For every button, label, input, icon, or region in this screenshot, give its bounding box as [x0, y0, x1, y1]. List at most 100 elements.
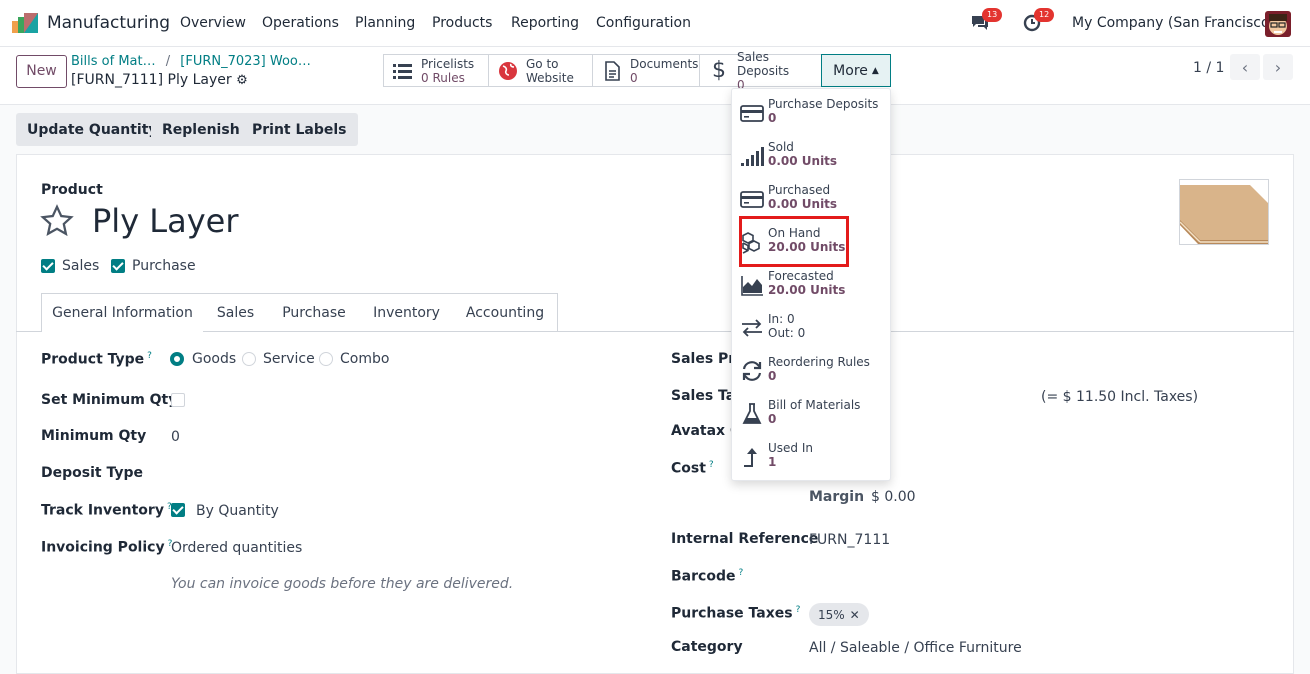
sales-price-incl-taxes: (= $ 11.50 Incl. Taxes) — [1041, 389, 1199, 405]
star-icon[interactable] — [40, 204, 74, 238]
purchase-checkbox[interactable] — [111, 259, 125, 273]
invoicing-policy-field[interactable]: Ordered quantities — [171, 540, 302, 556]
smart-button-pricelists[interactable]: Pricelists 0 Rules — [384, 55, 489, 86]
category-label: Category — [671, 639, 743, 655]
breadcrumb-parent-product[interactable]: [FURN_7023] Woo… — [180, 54, 311, 69]
smart-button-label: Go to — [526, 56, 559, 71]
menu-item-label: Bill of Materials — [768, 398, 861, 412]
radio-combo-label: Combo — [340, 351, 390, 367]
menu-item-label: Forecasted — [768, 269, 834, 283]
radio-service-label: Service — [263, 351, 315, 367]
smart-button-sales-deposits[interactable]: $ Sales Deposits 0 — [700, 50, 822, 92]
menu-item-sold[interactable]: Sold 0.00 Units — [732, 136, 892, 179]
menu-item-value: 1 — [768, 455, 777, 469]
credit-card-icon — [740, 105, 764, 122]
smart-button-documents[interactable]: Documents 0 — [593, 55, 700, 86]
breadcrumb-bills-of-materials[interactable]: Bills of Mat… — [71, 54, 156, 69]
company-switcher[interactable]: My Company (San Francisco) — [1072, 15, 1275, 31]
smart-button-website[interactable]: Go to Website — [489, 55, 593, 86]
control-panel: New Bills of Mat… / [FURN_7023] Woo… [FU… — [0, 47, 1310, 105]
activities-button[interactable]: 12 — [1022, 8, 1055, 34]
dollar-icon: $ — [712, 57, 726, 83]
pager-previous-button[interactable]: ‹ — [1230, 54, 1260, 80]
breadcrumb: Bills of Mat… / [FURN_7023] Woo… — [71, 54, 311, 69]
tab-divider — [16, 331, 41, 332]
print-labels-button[interactable]: Print Labels — [241, 113, 358, 146]
gear-icon[interactable]: ⚙ — [236, 73, 248, 88]
remove-tag-icon[interactable]: ✕ — [850, 608, 860, 622]
deposit-type-label: Deposit Type — [41, 465, 143, 481]
more-dropdown-menu: Purchase Deposits 0 Sold 0.00 Units Purc… — [731, 88, 891, 481]
cost-label: Cost? — [671, 460, 714, 477]
menu-item-value: 0 — [768, 111, 777, 125]
menu-item-used-in[interactable]: Used In 1 — [732, 437, 892, 480]
area-chart-icon — [741, 276, 763, 296]
menu-item-value: 0.00 Units — [768, 197, 838, 211]
product-image[interactable] — [1179, 179, 1269, 245]
menu-item-value: 0.00 Units — [768, 154, 838, 168]
tab-purchase[interactable]: Purchase — [268, 293, 361, 332]
menu-overview[interactable]: Overview — [180, 15, 246, 31]
menu-item-label: Reordering Rules — [768, 355, 870, 369]
menu-planning[interactable]: Planning — [355, 15, 415, 31]
track-inventory-checkbox[interactable] — [171, 503, 185, 517]
document-icon — [605, 60, 620, 81]
messages-button[interactable]: 13 — [970, 8, 1003, 34]
pager-next-button[interactable]: › — [1263, 54, 1293, 80]
internal-reference-field[interactable]: FURN_7111 — [809, 532, 890, 548]
menu-reporting[interactable]: Reporting — [511, 15, 579, 31]
user-avatar[interactable] — [1265, 11, 1291, 37]
update-quantity-button[interactable]: Update Quantity — [16, 113, 169, 146]
list-icon — [393, 63, 412, 79]
messages-badge: 13 — [982, 8, 1003, 22]
min-qty-field[interactable]: 0 — [171, 429, 180, 445]
smart-button-value: 0 Rules — [421, 70, 465, 85]
tab-sales[interactable]: Sales — [203, 293, 269, 332]
purchase-taxes-label: Purchase Taxes? — [671, 605, 801, 622]
menu-item-label: Sold — [768, 140, 794, 154]
more-button-label: More — [833, 62, 868, 79]
sales-checkbox[interactable] — [41, 259, 55, 273]
signal-icon — [741, 147, 764, 166]
product-section-label: Product — [41, 182, 103, 198]
level-up-icon — [744, 448, 757, 467]
purchase-tax-tag-label: 15% — [818, 607, 845, 622]
pager-value[interactable]: 1 / 1 — [1193, 60, 1224, 76]
tab-accounting[interactable]: Accounting — [453, 293, 558, 332]
app-title[interactable]: Manufacturing — [47, 13, 170, 33]
menu-item-bill-of-materials[interactable]: Bill of Materials 0 — [732, 394, 892, 437]
highlight-box — [739, 216, 849, 267]
menu-configuration[interactable]: Configuration — [596, 15, 691, 31]
manufacturing-app-icon[interactable] — [12, 13, 38, 33]
record-title-text: [FURN_7111] Ply Layer — [71, 72, 232, 88]
tab-inventory[interactable]: Inventory — [360, 293, 454, 332]
replenish-button[interactable]: Replenish — [151, 113, 251, 146]
exchange-icon — [742, 319, 762, 337]
product-name-field[interactable]: Ply Layer — [92, 202, 239, 240]
menu-item-value: Out: 0 — [768, 326, 806, 340]
purchase-checkbox-label: Purchase — [132, 258, 196, 274]
set-min-qty-checkbox[interactable] — [171, 393, 185, 407]
menu-item-value: 0 — [768, 412, 777, 426]
globe-icon — [499, 61, 517, 80]
new-button[interactable]: New — [16, 55, 67, 88]
radio-combo[interactable] — [319, 352, 333, 366]
radio-goods[interactable] — [170, 352, 184, 366]
min-qty-label: Minimum Qty — [41, 428, 147, 444]
menu-item-label: Used In — [768, 441, 813, 455]
more-button[interactable]: More ▲ — [821, 54, 891, 87]
radio-service[interactable] — [242, 352, 256, 366]
menu-item-forecasted[interactable]: Forecasted 20.00 Units — [732, 265, 892, 308]
breadcrumb-separator: / — [165, 54, 171, 69]
menu-item-in-out[interactable]: In: 0 Out: 0 — [732, 308, 892, 351]
menu-operations[interactable]: Operations — [262, 15, 339, 31]
tab-general-information[interactable]: General Information — [41, 293, 204, 332]
category-field[interactable]: All / Saleable / Office Furniture — [809, 640, 1022, 656]
top-navbar: Manufacturing Overview Operations Planni… — [0, 0, 1310, 47]
track-inventory-value[interactable]: By Quantity — [196, 503, 279, 519]
margin-label: Margin — [809, 489, 865, 505]
menu-item-reordering-rules[interactable]: Reordering Rules 0 — [732, 351, 892, 394]
menu-item-label: Purchase Deposits — [768, 97, 879, 111]
menu-products[interactable]: Products — [432, 15, 492, 31]
menu-item-purchase-deposits[interactable]: Purchase Deposits 0 — [732, 93, 892, 136]
